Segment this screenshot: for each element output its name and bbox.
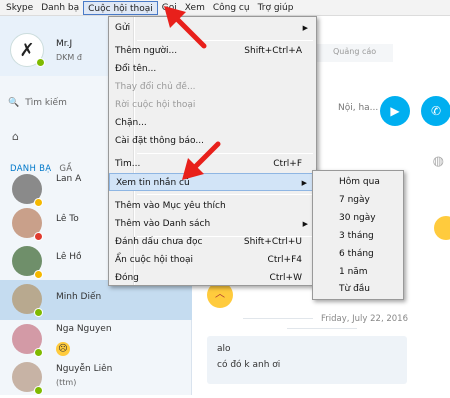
profile-mood: DKM đ (56, 53, 82, 62)
date-separator: Friday, July 22, 2016 (193, 314, 450, 334)
menu-item-change-topic: Thay đổi chủ đề... (115, 82, 196, 92)
menu-item-add-favorites[interactable]: Thêm vào Mục yêu thích (109, 197, 316, 215)
red-arrow-annotation (182, 141, 221, 180)
contact-name: Nguyễn Liên (56, 364, 113, 374)
contact-item[interactable]: Nguyễn Liên (ttm) (0, 358, 192, 398)
contact-name: Lê Hồ (56, 252, 82, 262)
message-bubble: alo có đó k anh ơi (207, 336, 407, 384)
contact-name: Lê To (56, 214, 79, 224)
menu-item-leave-conversation: Rời cuộc hội thoại (115, 100, 196, 110)
busy-status-icon (34, 232, 43, 241)
submenu-item-7-days[interactable]: 7 ngày (339, 195, 370, 205)
online-status-icon (36, 58, 45, 67)
menu-item-block[interactable]: Chặn... (109, 114, 316, 132)
menu-bar: Skype Danh bạ Cuộc hội thoại Gọi Xem Côn… (0, 0, 450, 16)
away-status-icon (34, 270, 43, 279)
video-call-button[interactable]: ▶ (380, 96, 410, 126)
submenu-item-30-days[interactable]: 30 ngày (339, 213, 376, 223)
menu-item-add-people[interactable]: Thêm người... Shift+Ctrl+A (109, 42, 316, 60)
voice-call-button[interactable]: ✆ (421, 96, 450, 126)
message-text: có đó k anh ơi (217, 360, 281, 370)
online-status-icon (34, 348, 43, 357)
submenu-item-6-months[interactable]: 6 tháng (339, 249, 374, 259)
contact-mood: (ttm) (56, 378, 77, 387)
menu-item-hide-conversation[interactable]: Ẩn cuộc hội thoại Ctrl+F4 (109, 251, 316, 269)
globe-icon[interactable]: ◍ (433, 154, 444, 169)
profile-name: Mr.J (56, 39, 73, 49)
smiley-icon (434, 216, 450, 240)
message-text: alo (217, 344, 231, 354)
home-icon[interactable]: ⌂ (12, 130, 19, 143)
online-status-icon (34, 308, 43, 317)
submenu-item-from-start[interactable]: Từ đầu (339, 284, 370, 294)
submenu-item-yesterday[interactable]: Hôm qua (339, 177, 380, 187)
contact-name: Lan A (56, 174, 82, 184)
red-arrow-annotation (164, 6, 207, 49)
sad-emoji-icon: ☹ (56, 342, 70, 356)
conversation-subtitle: Nội, ha... (338, 103, 379, 113)
menu-item-rename[interactable]: Đổi tên... (109, 60, 316, 78)
submenu-arrow-icon: ▶ (302, 220, 308, 228)
contact-name: Minh Diến (56, 292, 102, 302)
submenu-arrow-icon: ▶ (301, 179, 307, 187)
contact-item[interactable]: Nga Nguyen ☹ (0, 320, 192, 360)
menu-conversation[interactable]: Cuộc hội thoại (83, 0, 158, 15)
submenu-arrow-icon: ▶ (302, 24, 308, 32)
menu-separator (137, 153, 313, 154)
menu-item-add-to-list[interactable]: Thêm vào Danh sách ▶ (109, 215, 316, 233)
submenu-item-3-months[interactable]: 3 tháng (339, 231, 374, 241)
contact-name: Nga Nguyen (56, 324, 112, 334)
old-messages-submenu: Hôm qua 7 ngày 30 ngày 3 tháng 6 tháng 1… (312, 170, 404, 300)
menu-help[interactable]: Trợ giúp (254, 1, 298, 15)
menu-item-mark-unread[interactable]: Đánh dấu chưa đọc Shift+Ctrl+U (109, 233, 316, 251)
menu-separator (137, 194, 313, 195)
online-status-icon (34, 386, 43, 395)
menu-item-close[interactable]: Đóng Ctrl+W (109, 269, 316, 287)
menu-contacts[interactable]: Danh bạ (37, 1, 83, 15)
search-icon: 🔍 (8, 98, 20, 108)
menu-skype[interactable]: Skype (2, 1, 37, 15)
menu-tools[interactable]: Công cụ (209, 1, 254, 15)
submenu-item-1-year[interactable]: 1 năm (339, 267, 368, 277)
search-placeholder: Tìm kiếm (25, 98, 67, 108)
search-box[interactable]: 🔍 Tìm kiếm (8, 98, 67, 108)
menu-item-send[interactable]: Gửi ▶ (109, 19, 316, 37)
